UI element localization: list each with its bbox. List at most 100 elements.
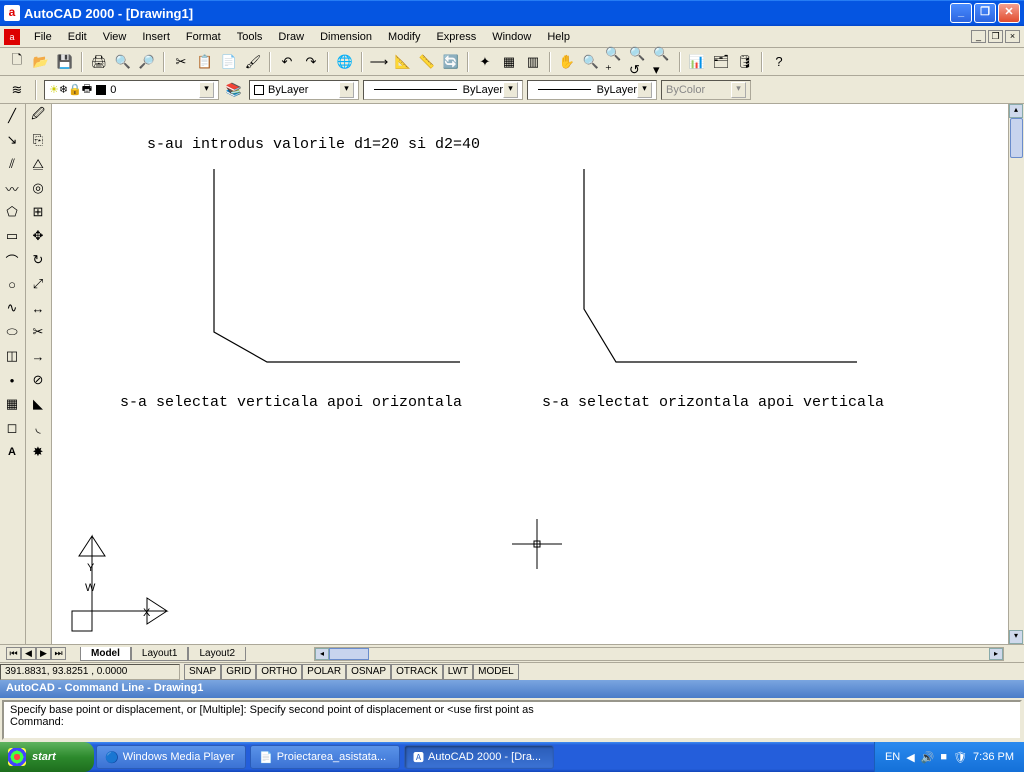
first-tab-button[interactable]: ⏮ <box>6 647 21 660</box>
status-lwt[interactable]: LWT <box>443 664 473 680</box>
menu-format[interactable]: Format <box>178 29 229 45</box>
scroll-left-button[interactable]: ◂ <box>315 648 329 660</box>
menu-express[interactable]: Express <box>428 29 484 45</box>
trim-tool[interactable]: ✂ <box>26 320 50 344</box>
tab-model[interactable]: Model <box>80 647 131 661</box>
circle-tool[interactable]: ○ <box>0 272 24 296</box>
linetype-dropdown[interactable]: ByLayer ▾ <box>363 80 523 100</box>
arc-tool[interactable]: ⌒ <box>0 248 24 272</box>
zoom-win-button[interactable]: 🔍⁺ <box>604 51 626 73</box>
paste-button[interactable]: 📄 <box>218 51 240 73</box>
tray-icon[interactable]: 🛡 <box>953 751 967 764</box>
command-line[interactable]: Specify base point or displacement, or [… <box>2 700 1022 740</box>
explode-tool[interactable]: ✸ <box>26 440 50 464</box>
stretch-tool[interactable]: ↔ <box>26 296 50 320</box>
menu-window[interactable]: Window <box>484 29 539 45</box>
taskbar-item-word[interactable]: 📄Proiectarea_asistata... <box>250 745 400 769</box>
rectangle-tool[interactable]: ▭ <box>0 224 24 248</box>
lang-indicator[interactable]: EN <box>885 751 900 763</box>
new-button[interactable]: 🗋 <box>6 51 28 73</box>
menu-insert[interactable]: Insert <box>134 29 178 45</box>
namedviews-button[interactable]: ▦ <box>498 51 520 73</box>
ellipse-tool[interactable]: ⬭ <box>0 320 24 344</box>
scroll-thumb[interactable] <box>329 648 369 660</box>
block-tool[interactable]: ◫ <box>0 344 24 368</box>
break-tool[interactable]: ⊘ <box>26 368 50 392</box>
minimize-button[interactable]: _ <box>950 3 972 23</box>
menu-tools[interactable]: Tools <box>229 29 271 45</box>
menu-file[interactable]: File <box>26 29 60 45</box>
close-button[interactable]: ✕ <box>998 3 1020 23</box>
status-ortho[interactable]: ORTHO <box>256 664 302 680</box>
pan-button[interactable]: ✋ <box>556 51 578 73</box>
dcenter-button[interactable]: 🗂 <box>710 51 732 73</box>
tray-icon[interactable]: ■ <box>940 751 947 763</box>
pline-tool[interactable]: 〰 <box>0 176 24 200</box>
print-button[interactable]: 🖨 <box>88 51 110 73</box>
status-polar[interactable]: POLAR <box>302 664 346 680</box>
line-tool[interactable]: ╱ <box>0 104 24 128</box>
scroll-right-button[interactable]: ▸ <box>989 648 1003 660</box>
help-button[interactable]: ? <box>768 51 790 73</box>
make-layer-button[interactable]: ≋ <box>6 79 28 101</box>
clock[interactable]: 7:36 PM <box>973 751 1014 763</box>
aerial-button[interactable]: ✦ <box>474 51 496 73</box>
mirror-tool[interactable]: ⧋ <box>26 152 50 176</box>
point-tool[interactable]: • <box>0 368 24 392</box>
layers-button[interactable]: 📚 <box>223 79 245 101</box>
xline-tool[interactable]: ↘ <box>0 128 24 152</box>
status-osnap[interactable]: OSNAP <box>346 664 391 680</box>
menu-draw[interactable]: Draw <box>270 29 312 45</box>
erase-tool[interactable]: 🖉 <box>26 104 50 128</box>
text-tool[interactable]: A <box>0 440 24 464</box>
mdi-close-button[interactable]: × <box>1005 30 1020 43</box>
offset-tool[interactable]: ◎ <box>26 176 50 200</box>
find-button[interactable]: 🔎 <box>136 51 158 73</box>
last-tab-button[interactable]: ⏭ <box>51 647 66 660</box>
menu-view[interactable]: View <box>95 29 135 45</box>
status-model[interactable]: MODEL <box>473 664 519 680</box>
next-tab-button[interactable]: ▶ <box>36 647 51 660</box>
dist-button[interactable]: 📏 <box>416 51 438 73</box>
prev-tab-button[interactable]: ◀ <box>21 647 36 660</box>
layer-dropdown[interactable]: ☀❄🔒🖶 0 ▾ <box>44 80 219 100</box>
zoom-button[interactable]: 🔍▾ <box>652 51 674 73</box>
tray-icon[interactable]: ◀ <box>906 751 914 764</box>
vertical-scrollbar[interactable]: ▴ ▾ <box>1008 104 1024 644</box>
zoom-rt-button[interactable]: 🔍 <box>580 51 602 73</box>
redo-button[interactable]: ↷ <box>300 51 322 73</box>
open-button[interactable]: 📂 <box>30 51 52 73</box>
dbconnect-button[interactable]: 🛢 <box>734 51 756 73</box>
properties-button[interactable]: 📊 <box>686 51 708 73</box>
tracking-button[interactable]: ⟶ <box>368 51 390 73</box>
menu-modify[interactable]: Modify <box>380 29 428 45</box>
taskbar-item-autocad[interactable]: 🅰AutoCAD 2000 - [Dra... <box>404 745 554 769</box>
menu-help[interactable]: Help <box>539 29 578 45</box>
tray-icon[interactable]: 🔊 <box>921 751 935 764</box>
scroll-thumb[interactable] <box>1010 118 1023 158</box>
spline-tool[interactable]: ∿ <box>0 296 24 320</box>
preview-button[interactable]: 🔍 <box>112 51 134 73</box>
status-grid[interactable]: GRID <box>221 664 256 680</box>
copy-tool[interactable]: ⎘ <box>26 128 50 152</box>
save-button[interactable]: 💾 <box>54 51 76 73</box>
status-snap[interactable]: SNAP <box>184 664 221 680</box>
scale-tool[interactable]: ⤢ <box>26 272 50 296</box>
region-tool[interactable]: ◻ <box>0 416 24 440</box>
drawing-canvas[interactable]: s-au introdus valorile d1=20 si d2=40 s-… <box>52 104 1008 644</box>
scroll-down-button[interactable]: ▾ <box>1009 630 1023 644</box>
hatch-tool[interactable]: ▦ <box>0 392 24 416</box>
maximize-button[interactable]: ❐ <box>974 3 996 23</box>
polygon-tool[interactable]: ⬠ <box>0 200 24 224</box>
rotate-tool[interactable]: ↻ <box>26 248 50 272</box>
tab-layout2[interactable]: Layout2 <box>188 647 246 661</box>
menu-edit[interactable]: Edit <box>60 29 95 45</box>
tab-layout1[interactable]: Layout1 <box>131 647 189 661</box>
undo-button[interactable]: ↶ <box>276 51 298 73</box>
fillet-tool[interactable]: ◟ <box>26 416 50 440</box>
mdi-restore-button[interactable]: ❐ <box>988 30 1003 43</box>
scroll-up-button[interactable]: ▴ <box>1009 104 1023 118</box>
status-otrack[interactable]: OTRACK <box>391 664 443 680</box>
move-tool[interactable]: ✥ <box>26 224 50 248</box>
mline-tool[interactable]: ⫽ <box>0 152 24 176</box>
